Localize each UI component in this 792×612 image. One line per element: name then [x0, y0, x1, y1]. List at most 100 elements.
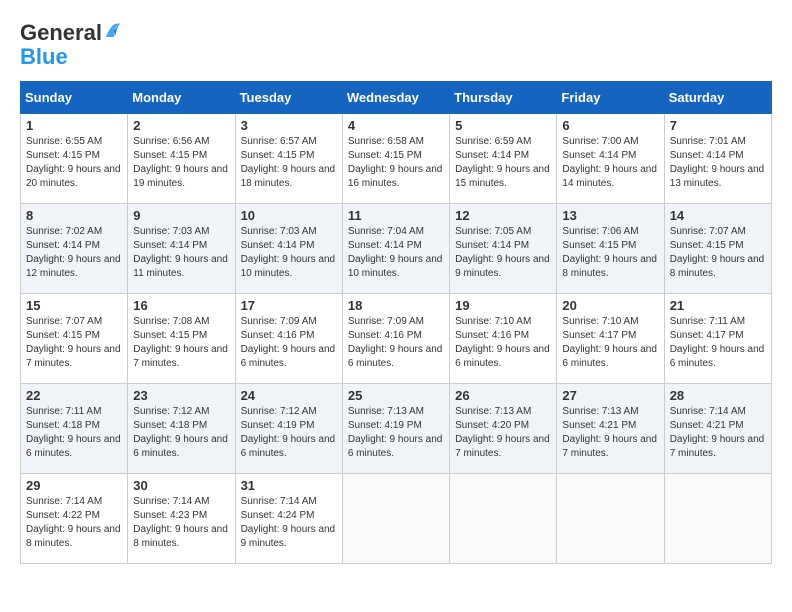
day-info: Sunrise: 7:10 AM Sunset: 4:16 PM Dayligh…	[455, 315, 551, 371]
calendar-day-cell: 9 Sunrise: 7:03 AM Sunset: 4:14 PM Dayli…	[128, 203, 235, 293]
day-info: Sunrise: 7:03 AM Sunset: 4:14 PM Dayligh…	[133, 225, 229, 281]
day-info: Sunrise: 7:01 AM Sunset: 4:14 PM Dayligh…	[670, 135, 766, 191]
weekday-header: Friday	[557, 81, 664, 113]
day-number: 18	[348, 298, 444, 313]
calendar-day-cell: 19 Sunrise: 7:10 AM Sunset: 4:16 PM Dayl…	[450, 293, 557, 383]
bird-icon	[104, 19, 122, 41]
day-info: Sunrise: 7:05 AM Sunset: 4:14 PM Dayligh…	[455, 225, 551, 281]
calendar-day-cell: 6 Sunrise: 7:00 AM Sunset: 4:14 PM Dayli…	[557, 113, 664, 203]
calendar-day-cell: 28 Sunrise: 7:14 AM Sunset: 4:21 PM Dayl…	[664, 383, 771, 473]
day-number: 2	[133, 118, 229, 133]
calendar-day-cell: 3 Sunrise: 6:57 AM Sunset: 4:15 PM Dayli…	[235, 113, 342, 203]
day-info: Sunrise: 7:14 AM Sunset: 4:22 PM Dayligh…	[26, 495, 122, 551]
day-number: 28	[670, 388, 766, 403]
day-info: Sunrise: 7:11 AM Sunset: 4:17 PM Dayligh…	[670, 315, 766, 371]
calendar-day-cell: 12 Sunrise: 7:05 AM Sunset: 4:14 PM Dayl…	[450, 203, 557, 293]
day-info: Sunrise: 7:07 AM Sunset: 4:15 PM Dayligh…	[670, 225, 766, 281]
calendar-day-cell: 13 Sunrise: 7:06 AM Sunset: 4:15 PM Dayl…	[557, 203, 664, 293]
calendar-day-cell: 26 Sunrise: 7:13 AM Sunset: 4:20 PM Dayl…	[450, 383, 557, 473]
logo-blue: Blue	[20, 44, 122, 70]
day-info: Sunrise: 7:08 AM Sunset: 4:15 PM Dayligh…	[133, 315, 229, 371]
calendar-day-cell: 8 Sunrise: 7:02 AM Sunset: 4:14 PM Dayli…	[21, 203, 128, 293]
calendar-day-cell: 1 Sunrise: 6:55 AM Sunset: 4:15 PM Dayli…	[21, 113, 128, 203]
calendar-day-cell: 22 Sunrise: 7:11 AM Sunset: 4:18 PM Dayl…	[21, 383, 128, 473]
day-info: Sunrise: 7:12 AM Sunset: 4:18 PM Dayligh…	[133, 405, 229, 461]
day-number: 14	[670, 208, 766, 223]
day-info: Sunrise: 7:04 AM Sunset: 4:14 PM Dayligh…	[348, 225, 444, 281]
day-info: Sunrise: 7:13 AM Sunset: 4:21 PM Dayligh…	[562, 405, 658, 461]
calendar-table: SundayMondayTuesdayWednesdayThursdayFrid…	[20, 81, 772, 564]
day-number: 12	[455, 208, 551, 223]
day-number: 11	[348, 208, 444, 223]
weekday-header: Wednesday	[342, 81, 449, 113]
calendar-day-cell: 7 Sunrise: 7:01 AM Sunset: 4:14 PM Dayli…	[664, 113, 771, 203]
day-number: 17	[241, 298, 337, 313]
day-number: 23	[133, 388, 229, 403]
day-info: Sunrise: 7:03 AM Sunset: 4:14 PM Dayligh…	[241, 225, 337, 281]
calendar-week-row: 8 Sunrise: 7:02 AM Sunset: 4:14 PM Dayli…	[21, 203, 772, 293]
day-number: 22	[26, 388, 122, 403]
calendar-day-cell: 21 Sunrise: 7:11 AM Sunset: 4:17 PM Dayl…	[664, 293, 771, 383]
calendar-day-cell: 29 Sunrise: 7:14 AM Sunset: 4:22 PM Dayl…	[21, 473, 128, 563]
day-number: 15	[26, 298, 122, 313]
logo-general: General	[20, 20, 102, 46]
day-info: Sunrise: 7:00 AM Sunset: 4:14 PM Dayligh…	[562, 135, 658, 191]
day-info: Sunrise: 7:14 AM Sunset: 4:23 PM Dayligh…	[133, 495, 229, 551]
calendar-day-cell: 23 Sunrise: 7:12 AM Sunset: 4:18 PM Dayl…	[128, 383, 235, 473]
calendar-day-cell: 5 Sunrise: 6:59 AM Sunset: 4:14 PM Dayli…	[450, 113, 557, 203]
day-info: Sunrise: 7:11 AM Sunset: 4:18 PM Dayligh…	[26, 405, 122, 461]
logo: General Blue	[20, 20, 122, 71]
calendar-day-cell	[450, 473, 557, 563]
calendar-week-row: 29 Sunrise: 7:14 AM Sunset: 4:22 PM Dayl…	[21, 473, 772, 563]
day-info: Sunrise: 7:09 AM Sunset: 4:16 PM Dayligh…	[241, 315, 337, 371]
calendar-day-cell: 20 Sunrise: 7:10 AM Sunset: 4:17 PM Dayl…	[557, 293, 664, 383]
calendar-day-cell	[664, 473, 771, 563]
day-number: 10	[241, 208, 337, 223]
day-number: 29	[26, 478, 122, 493]
day-info: Sunrise: 7:13 AM Sunset: 4:19 PM Dayligh…	[348, 405, 444, 461]
day-number: 26	[455, 388, 551, 403]
day-info: Sunrise: 6:59 AM Sunset: 4:14 PM Dayligh…	[455, 135, 551, 191]
weekday-header: Monday	[128, 81, 235, 113]
calendar-day-cell: 24 Sunrise: 7:12 AM Sunset: 4:19 PM Dayl…	[235, 383, 342, 473]
day-info: Sunrise: 7:13 AM Sunset: 4:20 PM Dayligh…	[455, 405, 551, 461]
weekday-header: Saturday	[664, 81, 771, 113]
calendar-day-cell	[557, 473, 664, 563]
day-number: 24	[241, 388, 337, 403]
calendar-day-cell: 2 Sunrise: 6:56 AM Sunset: 4:15 PM Dayli…	[128, 113, 235, 203]
calendar-week-row: 22 Sunrise: 7:11 AM Sunset: 4:18 PM Dayl…	[21, 383, 772, 473]
day-number: 3	[241, 118, 337, 133]
calendar-week-row: 1 Sunrise: 6:55 AM Sunset: 4:15 PM Dayli…	[21, 113, 772, 203]
day-number: 9	[133, 208, 229, 223]
day-number: 16	[133, 298, 229, 313]
day-info: Sunrise: 6:58 AM Sunset: 4:15 PM Dayligh…	[348, 135, 444, 191]
day-info: Sunrise: 6:57 AM Sunset: 4:15 PM Dayligh…	[241, 135, 337, 191]
day-number: 6	[562, 118, 658, 133]
day-number: 8	[26, 208, 122, 223]
day-info: Sunrise: 6:55 AM Sunset: 4:15 PM Dayligh…	[26, 135, 122, 191]
calendar-day-cell: 10 Sunrise: 7:03 AM Sunset: 4:14 PM Dayl…	[235, 203, 342, 293]
calendar-day-cell: 30 Sunrise: 7:14 AM Sunset: 4:23 PM Dayl…	[128, 473, 235, 563]
day-number: 5	[455, 118, 551, 133]
calendar-week-row: 15 Sunrise: 7:07 AM Sunset: 4:15 PM Dayl…	[21, 293, 772, 383]
calendar-day-cell: 16 Sunrise: 7:08 AM Sunset: 4:15 PM Dayl…	[128, 293, 235, 383]
day-info: Sunrise: 7:14 AM Sunset: 4:24 PM Dayligh…	[241, 495, 337, 551]
day-number: 31	[241, 478, 337, 493]
day-info: Sunrise: 7:10 AM Sunset: 4:17 PM Dayligh…	[562, 315, 658, 371]
day-info: Sunrise: 7:06 AM Sunset: 4:15 PM Dayligh…	[562, 225, 658, 281]
calendar-day-cell: 27 Sunrise: 7:13 AM Sunset: 4:21 PM Dayl…	[557, 383, 664, 473]
calendar-day-cell: 15 Sunrise: 7:07 AM Sunset: 4:15 PM Dayl…	[21, 293, 128, 383]
calendar-day-cell: 4 Sunrise: 6:58 AM Sunset: 4:15 PM Dayli…	[342, 113, 449, 203]
day-number: 25	[348, 388, 444, 403]
page-header: General Blue	[20, 20, 772, 71]
day-number: 1	[26, 118, 122, 133]
day-info: Sunrise: 7:14 AM Sunset: 4:21 PM Dayligh…	[670, 405, 766, 461]
calendar-header-row: SundayMondayTuesdayWednesdayThursdayFrid…	[21, 81, 772, 113]
calendar-day-cell: 18 Sunrise: 7:09 AM Sunset: 4:16 PM Dayl…	[342, 293, 449, 383]
weekday-header: Sunday	[21, 81, 128, 113]
day-number: 27	[562, 388, 658, 403]
calendar-day-cell: 25 Sunrise: 7:13 AM Sunset: 4:19 PM Dayl…	[342, 383, 449, 473]
day-info: Sunrise: 7:02 AM Sunset: 4:14 PM Dayligh…	[26, 225, 122, 281]
day-info: Sunrise: 6:56 AM Sunset: 4:15 PM Dayligh…	[133, 135, 229, 191]
calendar-day-cell: 17 Sunrise: 7:09 AM Sunset: 4:16 PM Dayl…	[235, 293, 342, 383]
